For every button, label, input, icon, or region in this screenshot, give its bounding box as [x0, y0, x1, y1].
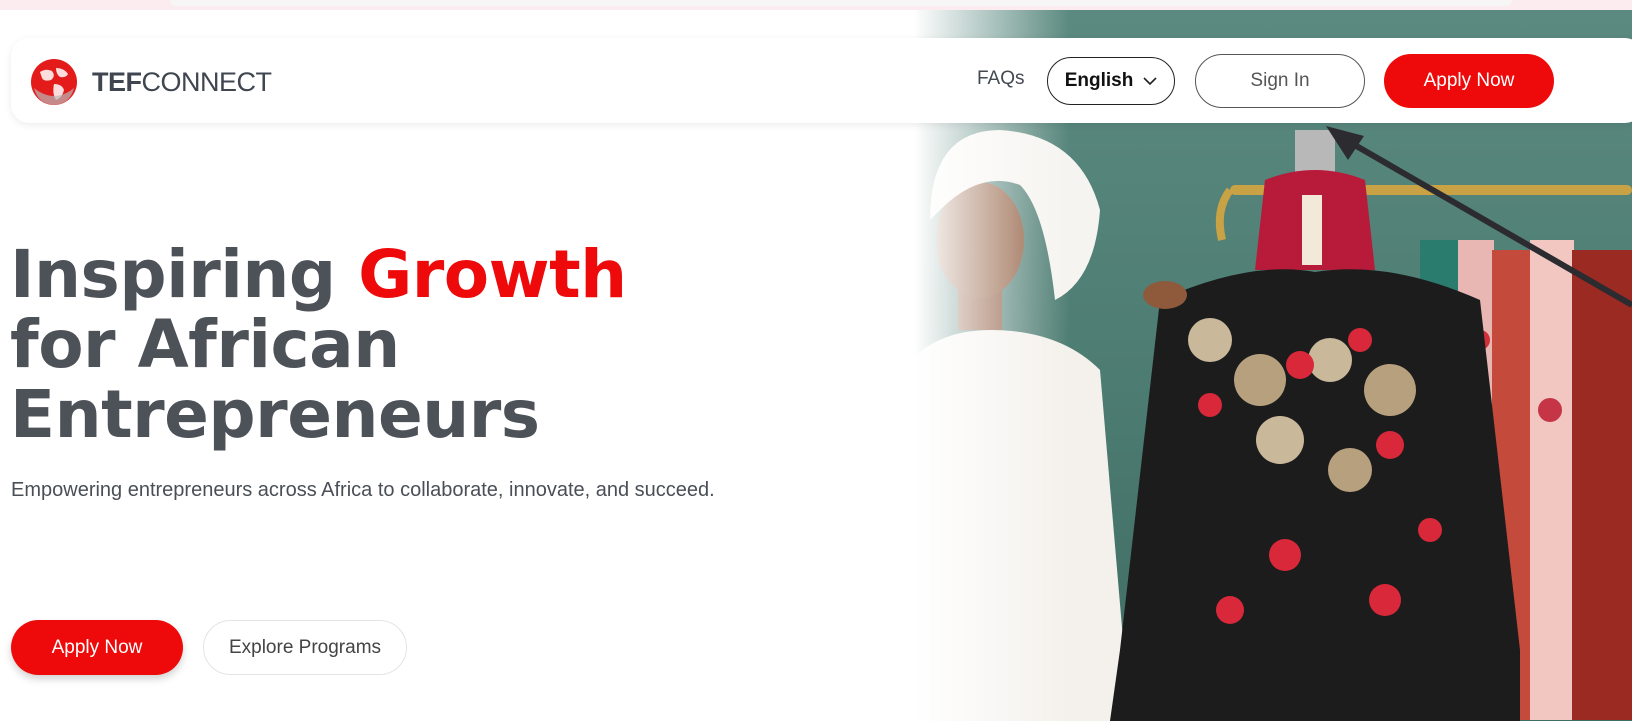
- top-strip: [0, 0, 1632, 10]
- headline-part-1: Inspiring: [10, 236, 359, 313]
- sign-in-button[interactable]: Sign In: [1195, 54, 1365, 108]
- chevron-down-icon: [1143, 76, 1157, 85]
- logo-text-bold: TEF: [92, 66, 142, 97]
- language-select[interactable]: English: [1047, 57, 1175, 105]
- hero-apply-now-button[interactable]: Apply Now: [11, 620, 183, 675]
- nav-apply-now-button[interactable]: Apply Now: [1384, 54, 1554, 108]
- logo-text-regular: CONNECT: [141, 66, 273, 97]
- headline-accent: Growth: [358, 236, 627, 313]
- hero-headline: Inspiring Growth for African Entrepreneu…: [10, 240, 627, 450]
- language-select-value: English: [1064, 70, 1134, 91]
- logo-text: TEFCONNECT: [92, 67, 272, 98]
- explore-programs-button[interactable]: Explore Programs: [203, 620, 407, 675]
- top-strip-inner: [170, 0, 1512, 6]
- logo[interactable]: TEFCONNECT: [30, 58, 272, 106]
- headline-line-1: Inspiring Growth: [10, 240, 627, 310]
- nav-faqs-link[interactable]: FAQs: [977, 68, 1025, 90]
- globe-icon: [31, 59, 77, 105]
- headline-line-2: for African: [10, 306, 400, 383]
- headline-line-3: Entrepreneurs: [10, 376, 540, 453]
- hero-subtitle: Empowering entrepreneurs across Africa t…: [11, 479, 715, 501]
